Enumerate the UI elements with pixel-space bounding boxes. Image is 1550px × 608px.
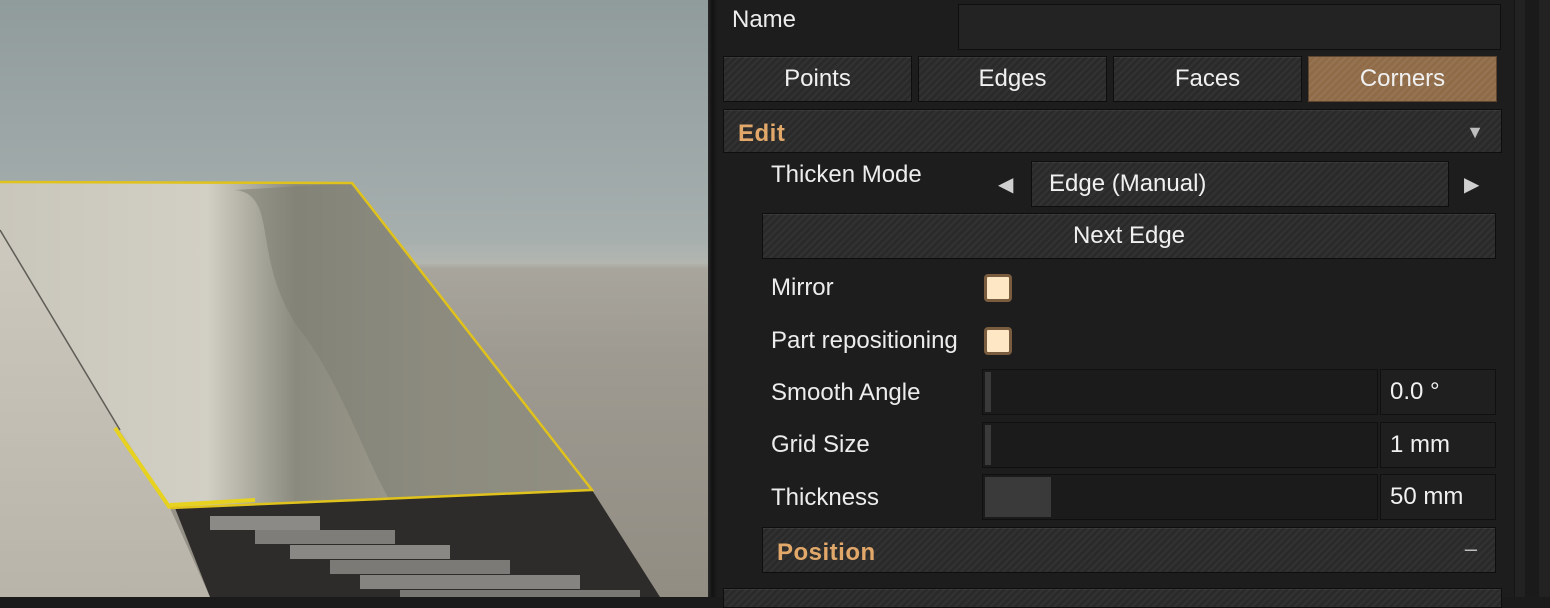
grid-size-value-field[interactable]: 1 mm [1380, 422, 1496, 468]
panel-splitter[interactable] [708, 0, 718, 597]
edit-section-title: Edit [738, 120, 786, 147]
position-section-title: Position [777, 539, 876, 566]
thicken-mode-value: Edge (Manual) [1049, 170, 1207, 197]
thickness-slider[interactable] [982, 474, 1378, 520]
tab-faces[interactable]: Faces [1113, 56, 1302, 102]
thicken-mode-select[interactable]: Edge (Manual) [1031, 161, 1449, 207]
thickness-value: 50 mm [1390, 483, 1464, 510]
mirror-label: Mirror [771, 274, 834, 301]
grid-size-slider[interactable] [982, 422, 1378, 468]
thickness-value-field[interactable]: 50 mm [1380, 474, 1496, 520]
edit-section-header[interactable]: Edit ▼ [723, 109, 1502, 153]
triangle-right-icon[interactable]: ▶ [1464, 172, 1479, 197]
smooth-angle-value: 0.0 ° [1390, 378, 1440, 405]
grid-size-label: Grid Size [771, 431, 870, 458]
tab-points-label: Points [784, 65, 851, 92]
grid-size-slider-handle[interactable] [985, 425, 991, 465]
name-label: Name [732, 6, 797, 33]
smooth-angle-slider-handle[interactable] [985, 372, 991, 412]
next-edge-label: Next Edge [1072, 222, 1186, 249]
grid-size-value: 1 mm [1390, 431, 1450, 458]
mirror-checkbox[interactable] [984, 274, 1012, 302]
thicken-mode-label: Thicken Mode [771, 161, 922, 188]
next-section-header[interactable] [723, 588, 1502, 608]
triangle-down-icon[interactable]: ▼ [1466, 122, 1484, 143]
part-repositioning-checkbox[interactable] [984, 327, 1012, 355]
position-section-header[interactable]: Position – [762, 527, 1496, 573]
tab-edges-label: Edges [978, 65, 1047, 92]
next-edge-button[interactable]: Next Edge [762, 213, 1496, 259]
panel-scrollbar[interactable] [1514, 0, 1550, 597]
triangle-left-icon[interactable]: ◀ [998, 172, 1013, 197]
tab-edges[interactable]: Edges [918, 56, 1107, 102]
part-repositioning-label: Part repositioning [771, 327, 958, 354]
minus-icon[interactable]: – [1465, 536, 1477, 562]
tab-corners-label: Corners [1359, 65, 1446, 92]
thickness-slider-handle[interactable] [985, 477, 1051, 517]
tab-points[interactable]: Points [723, 56, 912, 102]
scrollbar-track[interactable] [1525, 0, 1539, 597]
properties-panel: Name Points Edges Faces Corners Edit ▼ T… [718, 0, 1514, 608]
smooth-angle-value-field[interactable]: 0.0 ° [1380, 369, 1496, 415]
3d-viewport[interactable] [0, 0, 708, 597]
thickness-label: Thickness [771, 484, 880, 511]
smooth-angle-slider[interactable] [982, 369, 1378, 415]
name-field[interactable] [958, 4, 1501, 50]
ramp-model [0, 180, 660, 597]
smooth-angle-label: Smooth Angle [771, 379, 921, 406]
tab-faces-label: Faces [1174, 65, 1241, 92]
tab-corners[interactable]: Corners [1308, 56, 1497, 102]
